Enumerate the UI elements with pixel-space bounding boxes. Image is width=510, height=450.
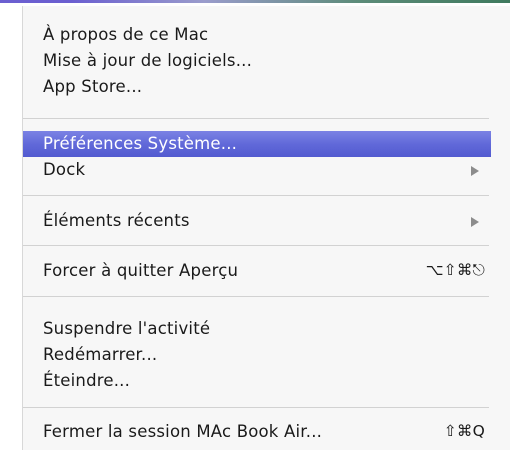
menu-item-label: Suspendre l'activité	[43, 319, 211, 338]
menu-item-label: Dock	[43, 160, 86, 179]
submenu-arrow-icon	[471, 166, 479, 176]
menu-item-label: Mise à jour de logiciels...	[43, 51, 253, 70]
apple-menu: À propos de ce Mac Mise à jour de logici…	[22, 6, 510, 450]
menu-item-label: Éléments récents	[43, 211, 190, 230]
menu-item-shut-down[interactable]: Éteindre...	[23, 368, 491, 394]
menu-item-label: Redémarrer...	[43, 345, 158, 364]
menu-separator	[23, 407, 489, 408]
menu-item-label: Préférences Système...	[43, 134, 238, 153]
menu-item-force-quit[interactable]: Forcer à quitter Aperçu ⌥⇧⌘⎋	[23, 258, 491, 284]
menu-item-software-update[interactable]: Mise à jour de logiciels...	[23, 48, 491, 74]
menu-separator	[23, 118, 489, 119]
menu-bar-edge	[0, 0, 510, 3]
menu-item-label: Fermer la session MAc Book Air...	[43, 422, 323, 441]
menu-item-app-store[interactable]: App Store...	[23, 74, 491, 100]
menu-item-recent-items[interactable]: Éléments récents	[23, 208, 491, 234]
submenu-arrow-icon	[471, 217, 479, 227]
menu-item-label: À propos de ce Mac	[43, 25, 209, 44]
menu-item-label: App Store...	[43, 77, 143, 96]
menu-item-sleep[interactable]: Suspendre l'activité	[23, 316, 491, 342]
menu-item-dock[interactable]: Dock	[23, 157, 491, 183]
keyboard-shortcut: ⌥⇧⌘⎋	[425, 261, 485, 279]
keyboard-shortcut: ⇧⌘Q	[443, 422, 485, 440]
menu-item-label: Forcer à quitter Aperçu	[43, 261, 239, 280]
menu-item-restart[interactable]: Redémarrer...	[23, 342, 491, 368]
menu-separator	[23, 245, 489, 246]
menu-separator	[23, 296, 489, 297]
menu-item-label: Éteindre...	[43, 371, 131, 390]
menu-item-system-preferences[interactable]: Préférences Système...	[23, 131, 491, 157]
menu-item-log-out[interactable]: Fermer la session MAc Book Air... ⇧⌘Q	[23, 419, 491, 445]
menu-item-about-this-mac[interactable]: À propos de ce Mac	[23, 22, 491, 48]
menu-separator	[23, 195, 489, 196]
